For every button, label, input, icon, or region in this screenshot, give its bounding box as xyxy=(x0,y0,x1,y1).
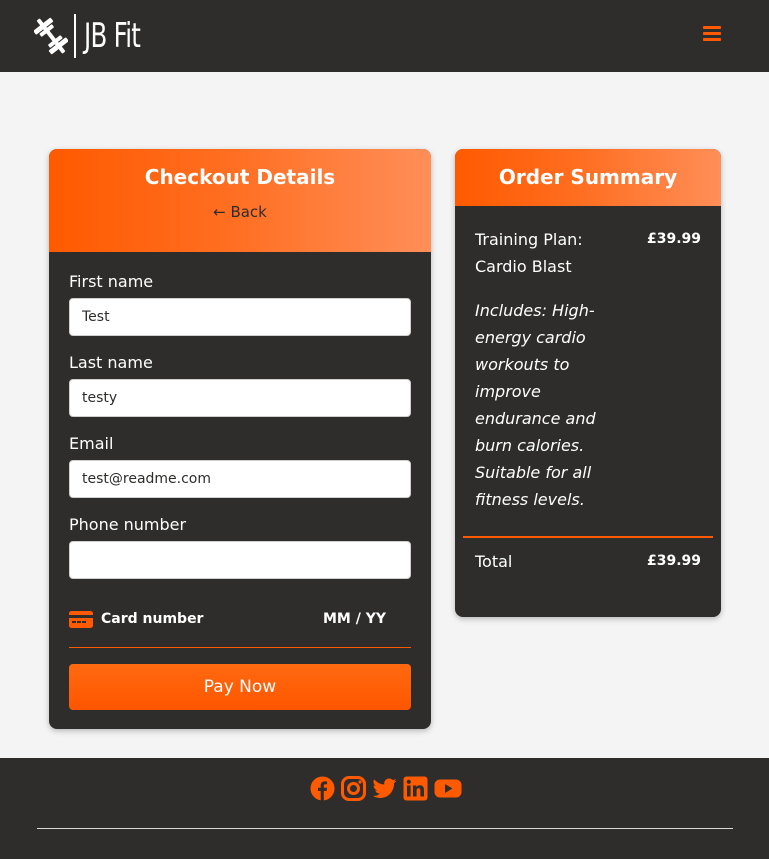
checkout-title: Checkout Details xyxy=(144,165,336,189)
total-row: Total £39.99 xyxy=(475,552,701,571)
barbell-icon xyxy=(34,17,68,55)
summary-divider xyxy=(463,536,713,538)
summary-header: Order Summary xyxy=(455,149,721,206)
summary-title: Order Summary xyxy=(498,165,678,189)
card-expiry-placeholder[interactable]: MM / YY xyxy=(323,611,386,627)
item-name: Training Plan: Cardio Blast xyxy=(475,230,583,276)
item-description: Includes: High-energy cardio workouts to… xyxy=(475,301,596,509)
instagram-icon[interactable] xyxy=(341,776,366,801)
first-name-label: First name xyxy=(69,272,154,291)
top-navbar: JB Fit xyxy=(0,0,769,72)
order-item: Training Plan: Cardio Blast £39.99 xyxy=(475,226,701,280)
phone-label: Phone number xyxy=(69,515,187,534)
pay-now-button[interactable]: Pay Now xyxy=(69,664,411,710)
brand-name: JB Fit xyxy=(84,16,141,56)
social-links xyxy=(310,776,462,801)
total-label: Total xyxy=(475,552,513,571)
item-price: £39.99 xyxy=(646,231,701,247)
phone-field[interactable] xyxy=(69,541,411,579)
logo-divider xyxy=(74,14,76,58)
credit-card-icon xyxy=(69,611,93,628)
summary-body: Training Plan: Cardio Blast £39.99 Inclu… xyxy=(455,206,721,513)
card-input[interactable]: Card number MM / YY xyxy=(69,596,411,648)
first-name-field[interactable] xyxy=(69,298,411,336)
order-summary-card: Order Summary Training Plan: Cardio Blas… xyxy=(455,149,721,617)
last-name-label: Last name xyxy=(69,353,153,372)
last-name-field[interactable] xyxy=(69,379,411,417)
footer xyxy=(0,758,769,859)
youtube-icon[interactable] xyxy=(434,776,462,801)
linkedin-icon[interactable] xyxy=(403,776,428,801)
hamburger-icon[interactable] xyxy=(703,26,721,42)
checkout-header: Checkout Details ← Back xyxy=(49,149,431,252)
footer-divider xyxy=(37,828,733,829)
twitter-icon[interactable] xyxy=(372,776,397,801)
facebook-icon[interactable] xyxy=(310,776,335,801)
card-number-placeholder[interactable]: Card number xyxy=(101,611,203,627)
email-field[interactable] xyxy=(69,460,411,498)
checkout-form: First name Last name Email Phone number … xyxy=(49,252,431,710)
email-label: Email xyxy=(69,434,114,453)
total-value: £39.99 xyxy=(646,553,701,569)
brand-logo[interactable]: JB Fit xyxy=(34,12,162,60)
checkout-card: Checkout Details ← Back First name Last … xyxy=(49,149,431,729)
back-link[interactable]: ← Back xyxy=(213,203,267,221)
